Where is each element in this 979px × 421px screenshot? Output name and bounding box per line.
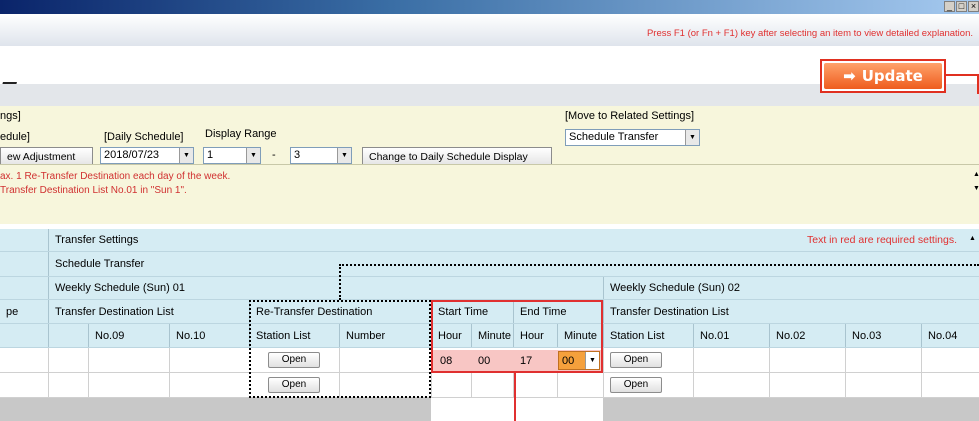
table-cell[interactable] xyxy=(769,348,845,372)
table-cell[interactable] xyxy=(845,373,921,397)
table-row xyxy=(0,373,979,398)
scroll-up-icon[interactable]: ▲ xyxy=(973,171,979,179)
table-cell[interactable] xyxy=(769,373,845,397)
table-cell[interactable] xyxy=(693,348,769,372)
col-no01: No.01 xyxy=(693,324,769,347)
table-cell[interactable] xyxy=(169,373,249,397)
scroll-down-icon[interactable]: ▼ xyxy=(973,185,979,193)
window-controls: _ □ × xyxy=(944,1,979,12)
retransfer-dotted-highlight xyxy=(249,300,431,398)
table-cell[interactable] xyxy=(845,348,921,372)
update-button[interactable]: ➡ Update xyxy=(824,63,942,89)
message-line: Transfer Destination List No.01 in "Sun … xyxy=(0,185,187,196)
col-no02: No.02 xyxy=(769,324,845,347)
daily-schedule-label: [Daily Schedule] xyxy=(104,131,184,143)
time-area-blank xyxy=(431,398,603,421)
chevron-down-icon[interactable]: ▼ xyxy=(246,148,260,163)
open-station-list-button[interactable]: Open xyxy=(610,352,662,368)
col-no03: No.03 xyxy=(845,324,921,347)
table-cell[interactable] xyxy=(693,373,769,397)
help-text: Press F1 (or Fn + F1) key after selectin… xyxy=(646,28,973,39)
window-titlebar: _ □ × xyxy=(0,0,979,14)
help-bar: Press F1 (or Fn + F1) key after selectin… xyxy=(0,14,979,46)
settings-panel: ngs] edule] [Daily Schedule] Display Ran… xyxy=(0,106,979,167)
dotted-guide-line xyxy=(339,264,341,300)
minimize-icon[interactable]: _ xyxy=(944,1,955,12)
update-highlight: ➡ Update xyxy=(820,59,946,93)
callout-line xyxy=(514,373,516,421)
related-settings-select[interactable]: Schedule Transfer ▼ xyxy=(565,129,700,146)
tdl-label: Transfer Destination List xyxy=(48,300,249,323)
chevron-down-icon[interactable]: ▼ xyxy=(337,148,351,163)
open-station-list-button[interactable]: Open xyxy=(610,377,662,393)
required-note: Text in red are required settings. xyxy=(807,234,957,246)
time-red-highlight xyxy=(431,300,603,373)
chevron-down-icon[interactable]: ▼ xyxy=(685,130,699,145)
schedule-header: edule] xyxy=(0,131,30,143)
tdl2-label: Transfer Destination List xyxy=(603,300,979,323)
display-range-label: Display Range xyxy=(205,128,277,140)
table-cell[interactable] xyxy=(471,373,513,397)
col-no04: No.04 xyxy=(921,324,979,347)
update-label: Update xyxy=(861,67,923,85)
date-value: 2018/07/23 xyxy=(104,149,160,161)
related-settings-value: Schedule Transfer xyxy=(569,131,659,143)
arrow-right-icon: ➡ xyxy=(843,67,856,85)
table-cell[interactable] xyxy=(431,373,471,397)
table-cell[interactable] xyxy=(169,348,249,372)
grid-row-transfer-settings: Transfer Settings Text in red are requir… xyxy=(0,229,979,252)
scroll-up-icon[interactable]: ▲ xyxy=(969,235,976,243)
close-icon[interactable]: × xyxy=(968,1,979,12)
weekly-schedule-02: Weekly Schedule (Sun) 02 xyxy=(603,277,979,299)
col-no10: No.10 xyxy=(169,324,249,347)
callout-line xyxy=(946,74,979,76)
table-cell[interactable] xyxy=(557,373,603,397)
range-from-value: 1 xyxy=(207,149,214,161)
type-label: pe xyxy=(6,305,19,318)
table-cell[interactable] xyxy=(88,373,169,397)
table-cell[interactable] xyxy=(88,348,169,372)
table-cell[interactable] xyxy=(48,373,88,397)
col-station-list-2: Station List xyxy=(603,324,693,347)
maximize-icon[interactable]: □ xyxy=(956,1,967,12)
message-line: ax. 1 Re-Transfer Destination each day o… xyxy=(0,171,231,182)
col-blank xyxy=(48,324,88,347)
range-separator: - xyxy=(272,149,276,161)
dotted-guide-line xyxy=(339,264,979,266)
date-select[interactable]: 2018/07/23 ▼ xyxy=(100,147,194,164)
table-cell[interactable] xyxy=(513,373,557,397)
weekly-schedule-01: Weekly Schedule (Sun) 01 xyxy=(48,277,603,299)
table-cell[interactable] xyxy=(921,348,979,372)
table-cell[interactable] xyxy=(921,373,979,397)
range-from-select[interactable]: 1 ▼ xyxy=(203,147,261,164)
range-to-select[interactable]: 3 ▼ xyxy=(290,147,352,164)
move-related-label: [Move to Related Settings] xyxy=(565,110,695,122)
settings-header: ngs] xyxy=(0,110,21,122)
chevron-down-icon[interactable]: ▼ xyxy=(179,148,193,163)
table-cell[interactable] xyxy=(48,348,88,372)
col-no09: No.09 xyxy=(88,324,169,347)
range-to-value: 3 xyxy=(294,149,301,161)
grid-row-weekly: Weekly Schedule (Sun) 01 Weekly Schedule… xyxy=(0,277,979,300)
message-panel: ax. 1 Re-Transfer Destination each day o… xyxy=(0,164,979,224)
